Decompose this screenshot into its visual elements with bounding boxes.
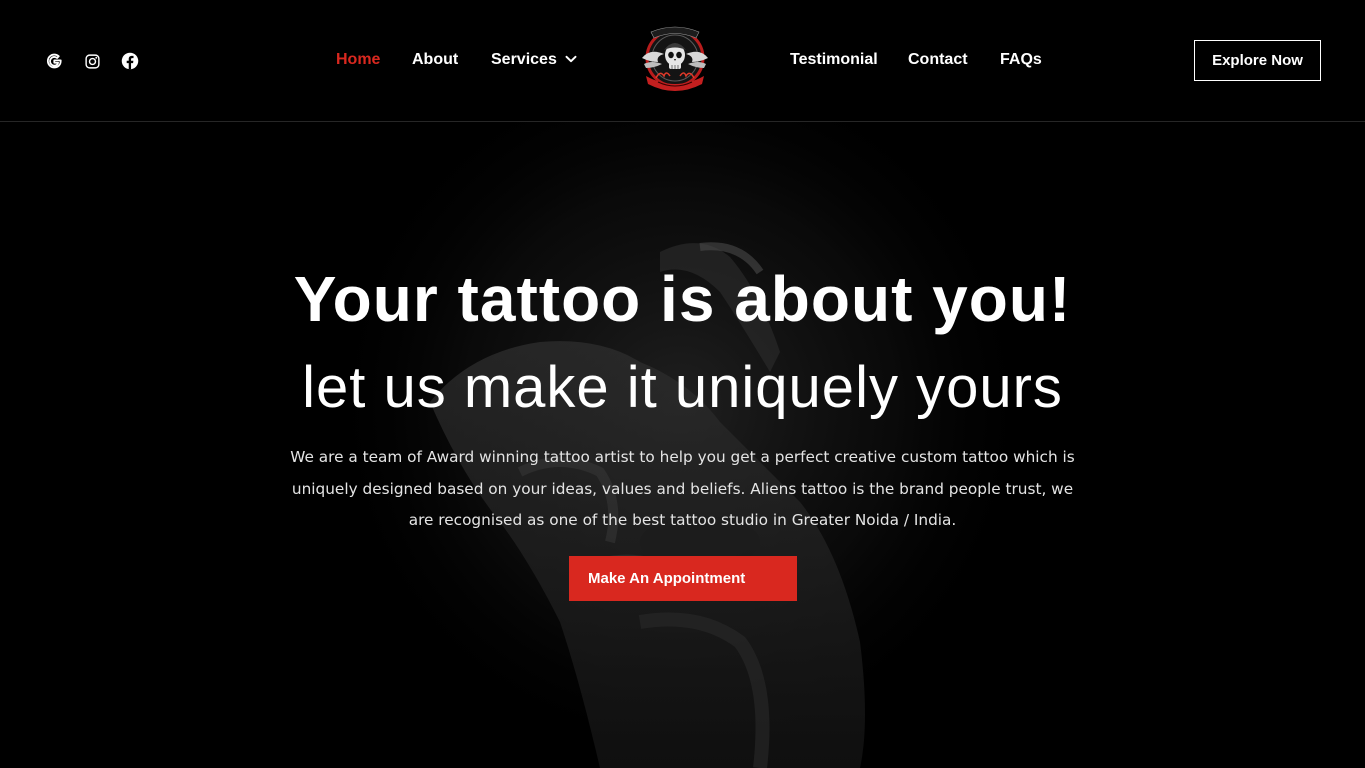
explore-now-button[interactable]: Explore Now xyxy=(1194,40,1321,81)
instagram-icon[interactable] xyxy=(82,51,102,71)
hero-section: Your tattoo is about you! let us make it… xyxy=(0,122,1365,768)
chevron-down-icon[interactable] xyxy=(564,52,578,66)
nav-contact[interactable]: Contact xyxy=(908,50,968,70)
make-appointment-button[interactable]: Make An Appointment xyxy=(569,556,797,601)
nav-services[interactable]: Services xyxy=(491,50,557,70)
hero-subheadline: let us make it uniquely yours xyxy=(302,355,1063,420)
hero-headline: Your tattoo is about you! xyxy=(293,263,1072,335)
google-icon[interactable] xyxy=(44,51,64,71)
facebook-icon[interactable] xyxy=(120,51,140,71)
nav-faqs[interactable]: FAQs xyxy=(1000,50,1042,70)
skull-wings-logo[interactable] xyxy=(636,20,714,100)
site-header: Home About Services Testimonial Contact … xyxy=(0,0,1365,122)
hero-intro-text: We are a team of Award winning tattoo ar… xyxy=(290,448,1075,529)
nav-about[interactable]: About xyxy=(412,50,458,70)
nav-testimonial[interactable]: Testimonial xyxy=(790,50,878,70)
nav-home[interactable]: Home xyxy=(336,50,380,70)
page: Home About Services Testimonial Contact … xyxy=(0,0,1365,768)
